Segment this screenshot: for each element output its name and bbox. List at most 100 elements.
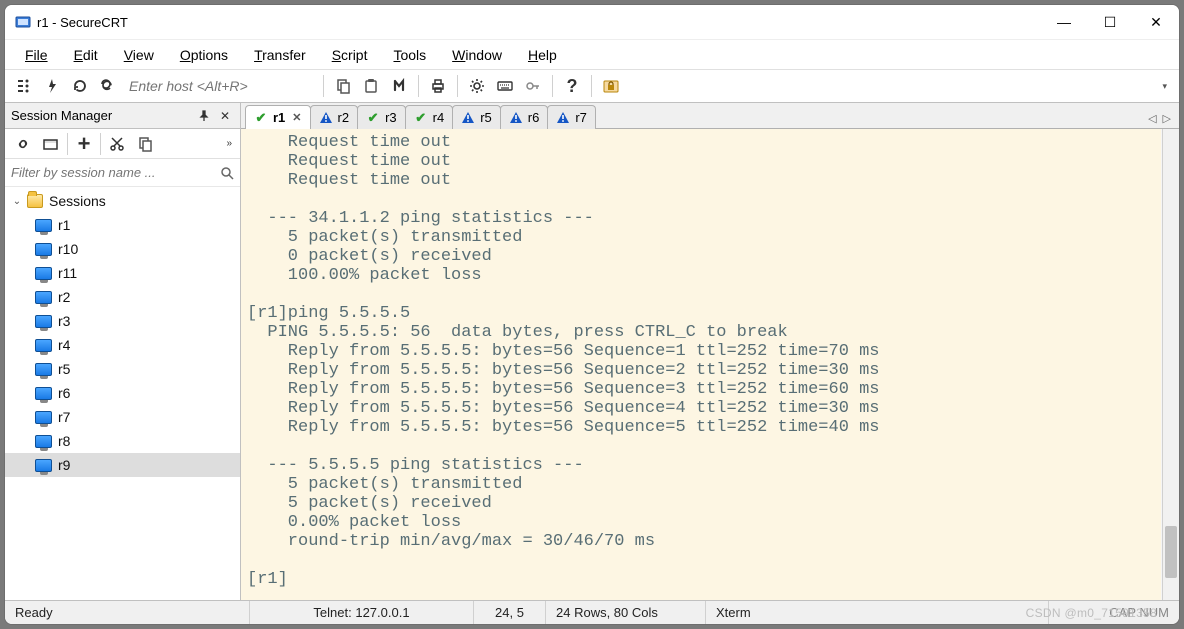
session-tree[interactable]: ⌄ Sessions r1 r10 r11 r2 r3 r4 r5 r6 r7 r8 r9 (5, 187, 240, 600)
content-area: ✔r1✕r2✔r3✔r4r5r6r7 ◁ ▷ Request time out … (241, 103, 1179, 600)
tree-root-label: Sessions (47, 193, 106, 209)
status-ok-icon: ✔ (254, 111, 268, 125)
app-icon (15, 14, 31, 30)
new-tab-icon[interactable] (37, 131, 65, 157)
quick-connect-icon[interactable] (39, 73, 65, 99)
monitor-icon (35, 243, 52, 256)
terminal-output[interactable]: Request time out Request time out Reques… (241, 129, 1161, 600)
tab-r5[interactable]: r5 (452, 105, 501, 129)
title-bar[interactable]: r1 - SecureCRT — ☐ ✕ (5, 5, 1179, 39)
panel-close-icon[interactable]: ✕ (216, 109, 234, 123)
panel-header[interactable]: Session Manager ✕ (5, 103, 240, 129)
monitor-icon (35, 363, 52, 376)
tab-r7[interactable]: r7 (547, 105, 596, 129)
toolbar-overflow-icon[interactable]: ▾ (1160, 81, 1173, 92)
tab-r6[interactable]: r6 (500, 105, 549, 129)
status-ready: Ready (5, 601, 250, 624)
watermark: CSDN @m0_71591358 (1026, 606, 1157, 620)
collapse-icon[interactable]: ⌄ (11, 196, 23, 207)
tab-label: r2 (338, 110, 350, 125)
menu-help[interactable]: Help (516, 44, 569, 66)
filter-input[interactable] (11, 165, 220, 180)
reconnect-icon[interactable] (67, 73, 93, 99)
menu-options[interactable]: Options (168, 44, 240, 66)
session-manager-icon[interactable] (11, 73, 37, 99)
session-manager-panel: Session Manager ✕ + » ⌄ (5, 103, 241, 600)
key-icon[interactable] (520, 73, 546, 99)
copy-icon[interactable] (330, 73, 356, 99)
tab-label: r7 (575, 110, 587, 125)
monitor-icon (35, 411, 52, 424)
cut-icon[interactable] (103, 131, 131, 157)
tab-close-icon[interactable]: ✕ (292, 111, 301, 124)
help-icon[interactable]: ? (559, 73, 585, 99)
keyboard-icon[interactable] (492, 73, 518, 99)
menu-window[interactable]: Window (440, 44, 514, 66)
session-label: r9 (56, 457, 70, 473)
status-warn-icon (556, 111, 570, 125)
scrollbar-thumb[interactable] (1165, 526, 1177, 578)
session-item-r4[interactable]: r4 (5, 333, 240, 357)
session-item-r11[interactable]: r11 (5, 261, 240, 285)
pin-icon[interactable] (198, 110, 216, 122)
session-label: r5 (56, 361, 70, 377)
session-label: r8 (56, 433, 70, 449)
session-label: r11 (56, 265, 77, 281)
maximize-button[interactable]: ☐ (1087, 5, 1133, 39)
tab-r3[interactable]: ✔r3 (357, 105, 406, 129)
panel-title: Session Manager (11, 108, 198, 123)
vertical-scrollbar[interactable] (1162, 129, 1179, 600)
status-term-type: Xterm (706, 601, 1049, 624)
status-ok-icon: ✔ (366, 111, 380, 125)
monitor-icon (35, 315, 52, 328)
session-item-r2[interactable]: r2 (5, 285, 240, 309)
link-icon[interactable] (9, 131, 37, 157)
copy-session-icon[interactable] (131, 131, 159, 157)
monitor-icon (35, 435, 52, 448)
lock-session-icon[interactable] (598, 73, 624, 99)
session-label: r10 (56, 241, 78, 257)
tab-scroll-left-icon[interactable]: ◁ (1148, 112, 1156, 125)
session-item-r1[interactable]: r1 (5, 213, 240, 237)
tab-scroll-right-icon[interactable]: ▷ (1163, 112, 1171, 125)
menu-view[interactable]: View (112, 44, 166, 66)
close-button[interactable]: ✕ (1133, 5, 1179, 39)
session-label: r7 (56, 409, 70, 425)
new-session-icon[interactable]: + (70, 131, 98, 157)
search-icon[interactable] (220, 166, 234, 180)
session-item-r6[interactable]: r6 (5, 381, 240, 405)
minimize-button[interactable]: — (1041, 5, 1087, 39)
tab-r2[interactable]: r2 (310, 105, 359, 129)
session-label: r3 (56, 313, 70, 329)
monitor-icon (35, 219, 52, 232)
connect-in-tab-icon[interactable] (95, 73, 121, 99)
menu-transfer[interactable]: Transfer (242, 44, 318, 66)
session-item-r3[interactable]: r3 (5, 309, 240, 333)
session-item-r9[interactable]: r9 (5, 453, 240, 477)
session-item-r10[interactable]: r10 (5, 237, 240, 261)
tab-label: r1 (273, 110, 285, 125)
window-title: r1 - SecureCRT (37, 15, 128, 30)
host-input[interactable] (123, 74, 317, 98)
monitor-icon (35, 339, 52, 352)
tab-r1[interactable]: ✔ r1 ✕ (245, 105, 311, 129)
session-overflow-icon[interactable]: » (222, 138, 236, 149)
print-icon[interactable] (425, 73, 451, 99)
menu-tools[interactable]: Tools (381, 44, 438, 66)
monitor-icon (35, 459, 52, 472)
menu-script[interactable]: Script (320, 44, 380, 66)
session-item-r8[interactable]: r8 (5, 429, 240, 453)
find-icon[interactable] (386, 73, 412, 99)
menu-edit[interactable]: Edit (62, 44, 110, 66)
session-label: r1 (56, 217, 70, 233)
tab-label: r4 (433, 110, 445, 125)
tab-r4[interactable]: ✔r4 (405, 105, 454, 129)
session-item-r5[interactable]: r5 (5, 357, 240, 381)
tab-label: r5 (480, 110, 492, 125)
tree-root[interactable]: ⌄ Sessions (5, 189, 240, 213)
settings-icon[interactable] (464, 73, 490, 99)
status-warn-icon (461, 111, 475, 125)
menu-file[interactable]: File (13, 44, 60, 66)
paste-icon[interactable] (358, 73, 384, 99)
session-item-r7[interactable]: r7 (5, 405, 240, 429)
